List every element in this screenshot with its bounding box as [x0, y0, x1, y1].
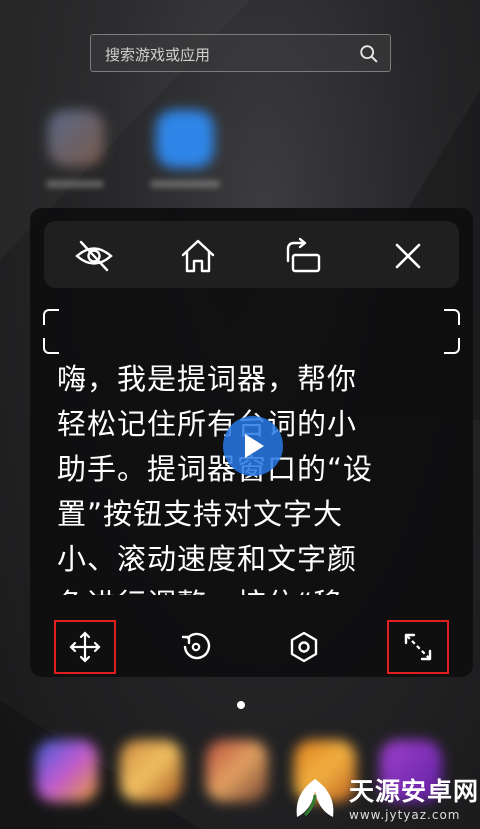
focus-corner-top-right — [444, 309, 460, 325]
close-icon — [395, 243, 421, 269]
dock-app-icon[interactable] — [206, 740, 268, 802]
play-button[interactable] — [223, 416, 283, 476]
home-icon — [181, 239, 215, 273]
reset-icon — [181, 632, 211, 660]
rotate-screen-icon — [286, 237, 321, 273]
home-button[interactable] — [176, 234, 220, 278]
watermark: 天源安卓网 www.jytyaz.com — [287, 772, 479, 822]
resize-button[interactable] — [387, 620, 449, 674]
hide-button[interactable] — [72, 234, 116, 278]
focus-corner-bottom-left — [43, 338, 59, 354]
move-icon — [69, 631, 101, 663]
dock-app-icon[interactable] — [120, 740, 182, 802]
watermark-title: 天源安卓网 — [349, 777, 480, 806]
teleprompter-text: 嗨，我是提词器，帮你 轻松记住所有台词的小 助手。提词器窗口的“设 置”按钮支持… — [57, 362, 374, 595]
watermark-logo — [296, 779, 334, 817]
settings-button[interactable] — [275, 622, 333, 672]
background-app-label — [150, 180, 220, 188]
background-app-icon[interactable] — [48, 110, 104, 166]
search-placeholder: 搜索游戏或应用 — [105, 46, 211, 64]
background-app-icon[interactable] — [156, 110, 214, 168]
watermark-url: www.jytyaz.com — [349, 808, 461, 822]
page-indicator-dot — [237, 701, 245, 709]
background-app-label — [46, 180, 104, 188]
search-icon[interactable] — [358, 43, 380, 65]
hide-eye-icon — [75, 240, 113, 272]
resize-icon — [404, 633, 432, 661]
dock-app-icon[interactable] — [36, 740, 98, 802]
move-button[interactable] — [54, 620, 116, 674]
reset-button[interactable] — [167, 622, 225, 672]
focus-corner-top-left — [43, 309, 59, 325]
search-input[interactable]: 搜索游戏或应用 — [90, 34, 391, 72]
settings-icon — [290, 631, 318, 663]
close-button[interactable] — [386, 234, 430, 278]
play-icon — [245, 434, 264, 458]
rotate-button[interactable] — [281, 234, 325, 278]
focus-corner-bottom-right — [444, 338, 460, 354]
